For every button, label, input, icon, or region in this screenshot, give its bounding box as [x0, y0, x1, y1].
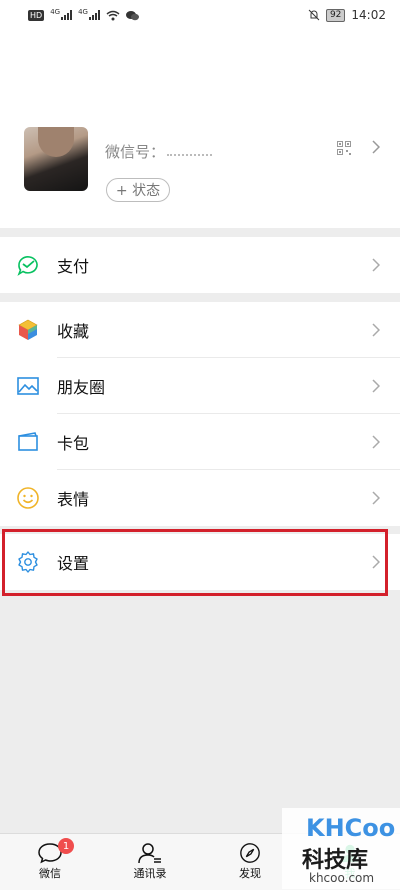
signal-icon: 4G: [50, 8, 73, 20]
avatar[interactable]: [24, 127, 88, 191]
watermark-url: khcoo.com: [309, 871, 375, 885]
status-right-indicators: 92 14:02: [308, 8, 386, 22]
signal-icon-2: 4G: [78, 8, 100, 20]
menu-label-favorites: 收藏: [57, 322, 90, 341]
menu-item-cards[interactable]: 卡包: [0, 414, 400, 470]
chevron-right-icon: [372, 379, 380, 393]
smiley-icon: [17, 487, 39, 509]
menu-label-stickers: 表情: [57, 490, 90, 509]
menu-item-favorites[interactable]: 收藏: [0, 302, 400, 358]
status-left-indicators: HD 4G 4G: [28, 8, 139, 21]
contacts-icon: [138, 843, 161, 864]
compass-icon: [240, 843, 260, 863]
features-section: 收藏 朋友圈 卡包 表情: [0, 302, 400, 526]
status-bar: HD 4G 4G 92 14:02: [0, 0, 400, 30]
battery-indicator: 92: [325, 8, 346, 22]
menu-item-stickers[interactable]: 表情: [0, 470, 400, 526]
add-status-button[interactable]: + 状态: [106, 178, 170, 202]
clock: 14:02: [351, 8, 386, 22]
menu-label-moments: 朋友圈: [57, 378, 106, 397]
wechat-id: 微信号：: [105, 141, 213, 162]
profile-header[interactable]: 微信号： + 状态: [0, 30, 400, 228]
pay-section: 支付: [0, 237, 400, 293]
watermark: KHCoo 科技库 khcoo.com: [282, 808, 400, 889]
watermark-logo: KHCoo: [306, 814, 396, 842]
moments-photo-icon: [17, 377, 39, 395]
wifi-icon: [106, 10, 120, 20]
chevron-right-icon: [372, 140, 380, 154]
tab-label-chats: 微信: [39, 867, 61, 880]
hd-badge: HD: [28, 9, 45, 21]
chevron-right-icon: [372, 323, 380, 337]
favorites-cube-icon: [18, 319, 38, 340]
menu-label-cards: 卡包: [57, 434, 90, 453]
tab-contacts[interactable]: 通讯录: [100, 834, 200, 890]
menu-item-pay[interactable]: 支付: [0, 237, 400, 293]
menu-item-moments[interactable]: 朋友圈: [0, 358, 400, 414]
chevron-right-icon: [372, 435, 380, 449]
qr-code-icon[interactable]: [337, 141, 351, 155]
unread-badge: 1: [58, 838, 74, 854]
highlight-box: [2, 529, 388, 596]
wechat-notification-icon: [125, 10, 139, 20]
masked-id: [167, 150, 213, 156]
tab-label-contacts: 通讯录: [133, 867, 167, 880]
tab-chats[interactable]: 1 微信: [0, 834, 100, 890]
mute-bell-icon: [308, 9, 320, 21]
tab-label-discover: 发现: [239, 867, 261, 880]
chevron-right-icon: [372, 258, 380, 272]
card-wallet-icon: [18, 432, 38, 451]
chevron-right-icon: [372, 491, 380, 505]
menu-label-pay: 支付: [57, 257, 90, 276]
watermark-name: 科技库: [302, 848, 369, 873]
wechat-pay-icon: [17, 256, 38, 276]
